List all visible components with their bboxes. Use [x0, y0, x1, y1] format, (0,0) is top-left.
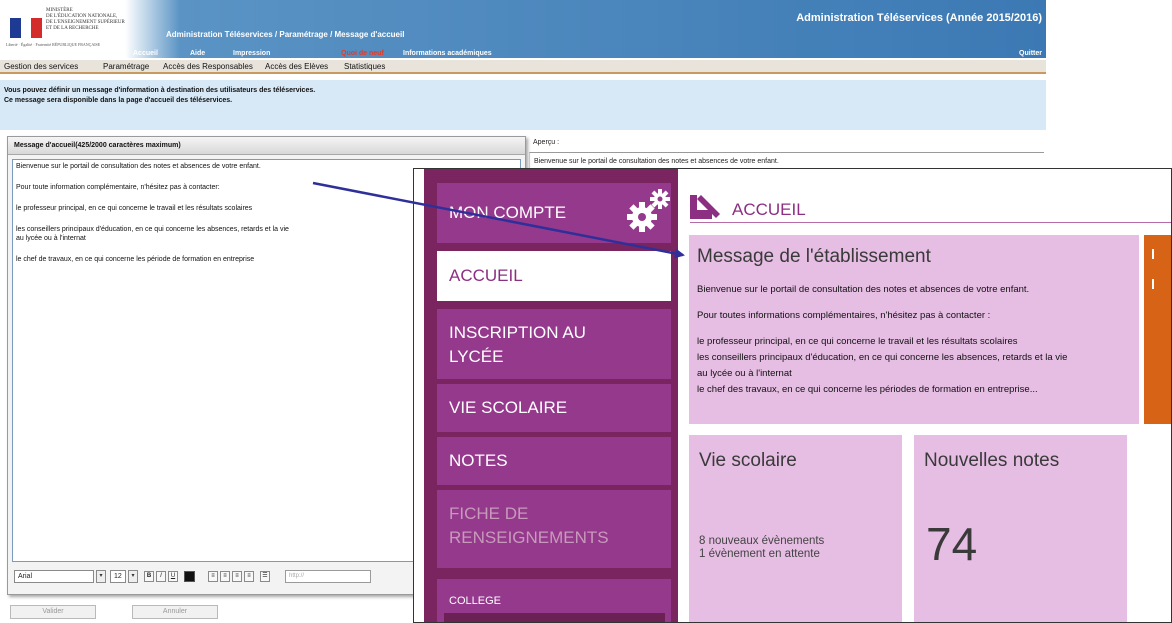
info-message: Vous pouvez définir un message d'informa…: [0, 80, 1046, 130]
french-flag-icon: [10, 18, 42, 38]
message-line: les conseillers principaux d'éducation, …: [697, 352, 1068, 363]
portal-page-title: ACCUEIL: [732, 200, 806, 219]
message-line: le professeur principal, en ce qui conce…: [697, 336, 1018, 347]
message-line: Bienvenue sur le portail de consultation…: [697, 284, 1030, 295]
menu-aide-link[interactable]: Aide: [190, 50, 205, 57]
nouvelles-notes-title: Nouvelles notes: [924, 450, 1060, 471]
main-menubar: Gestion des services Paramétrage Accès d…: [0, 60, 1046, 74]
vie-scolaire-info: 8 nouveaux évènements 1 évènement en att…: [699, 535, 824, 561]
portal-sidebar: MON COMPTE ACCUEIL INSCRIPTION AU LYCÉE …: [424, 169, 678, 622]
gears-icon: [627, 189, 670, 232]
nav-vie-scolaire[interactable]: VIE SCOLAIRE: [437, 384, 671, 432]
pending-events-count: 1 évènement en attente: [699, 548, 820, 560]
bold-icon[interactable]: B: [144, 571, 154, 582]
message-line: le chef des travaux, en ce qui concerne …: [697, 384, 1038, 395]
ministry-logo: MINISTÈRE DE L'ÉDUCATION NATIONALE, DE L…: [6, 8, 126, 52]
college-label: COLLEGE: [449, 595, 501, 607]
quit-link[interactable]: Quitter: [1019, 50, 1042, 57]
menubar-parametrage[interactable]: Paramétrage: [103, 62, 149, 71]
menu-accueil-link[interactable]: Accueil: [133, 50, 158, 57]
portal-screenshot-inset: MON COMPTE ACCUEIL INSCRIPTION AU LYCÉE …: [413, 168, 1172, 623]
menubar-gestion-services[interactable]: Gestion des services: [4, 62, 78, 71]
preview-label: Aperçu :: [533, 139, 560, 146]
cancel-button[interactable]: Annuler: [132, 605, 218, 619]
italic-icon[interactable]: I: [156, 571, 166, 582]
breadcrumb: Administration Téléservices / Paramétrag…: [166, 30, 405, 39]
underline-icon[interactable]: U: [168, 571, 178, 582]
message-card-body: Bienvenue sur le portail de consultation…: [697, 282, 1137, 398]
menu-quoi-de-neuf-link[interactable]: Quoi de neuf: [341, 50, 384, 57]
header-bar: MINISTÈRE DE L'ÉDUCATION NATIONALE, DE L…: [0, 0, 1046, 58]
nouvelles-notes-card[interactable]: Nouvelles notes 74: [914, 435, 1127, 622]
ministry-name: MINISTÈRE DE L'ÉDUCATION NATIONALE, DE L…: [46, 8, 125, 31]
menu-impression-link[interactable]: Impression: [233, 50, 270, 57]
orange-mark-icon: [1152, 279, 1154, 289]
orange-mark-icon: [1152, 249, 1154, 259]
message-line: au lycée ou à l'internat: [697, 368, 792, 379]
validate-button[interactable]: Valider: [10, 605, 96, 619]
menu-informations-link[interactable]: Informations académiques: [403, 50, 492, 57]
list-icon[interactable]: ☰: [260, 571, 270, 582]
accueil-arrow-icon: [690, 195, 720, 219]
message-line: Pour toutes informations complémentaires…: [697, 310, 991, 321]
header-menu: Accueil Aide Impression Quoi de neuf Inf…: [0, 50, 1046, 60]
new-notes-count: 74: [926, 518, 978, 570]
text-color-icon[interactable]: [184, 571, 195, 582]
title-divider: [690, 222, 1171, 223]
vie-scolaire-card[interactable]: Vie scolaire 8 nouveaux évènements 1 évè…: [689, 435, 902, 622]
align-right-icon[interactable]: ≡: [232, 571, 242, 582]
font-size-dropdown-icon[interactable]: ▾: [128, 570, 138, 583]
align-left-icon[interactable]: ≡: [208, 571, 218, 582]
align-justify-icon[interactable]: ≡: [244, 571, 254, 582]
info-line-2: Ce message sera disponible dans la page …: [4, 97, 233, 104]
link-url-input[interactable]: http://: [285, 570, 371, 583]
font-size-select[interactable]: 12: [110, 570, 126, 583]
side-orange-panel[interactable]: [1144, 235, 1171, 424]
republic-motto: Liberté · Égalité · Fraternité RÉPUBLIQU…: [6, 42, 101, 47]
nav-accueil-label: ACCUEIL: [449, 266, 523, 285]
menubar-acces-eleves[interactable]: Accès des Elèves: [265, 62, 328, 71]
menubar-statistiques[interactable]: Statistiques: [344, 62, 385, 71]
page-title: Administration Téléservices (Année 2015/…: [796, 12, 1042, 24]
screenshot-root: MINISTÈRE DE L'ÉDUCATION NATIONALE, DE L…: [0, 0, 1172, 623]
nav-notes[interactable]: NOTES: [437, 437, 671, 485]
college-section[interactable]: COLLEGE: [437, 579, 671, 622]
new-events-count: 8 nouveaux évènements: [699, 535, 825, 547]
editor-title: Message d'accueil(425/2000 caractères ma…: [8, 137, 525, 155]
font-family-dropdown-icon[interactable]: ▾: [96, 570, 106, 583]
vie-scolaire-title: Vie scolaire: [699, 450, 797, 471]
nav-fiche-renseignements[interactable]: FICHE DE RENSEIGNEMENTS: [437, 490, 671, 568]
nav-accueil[interactable]: ACCUEIL: [437, 251, 671, 301]
info-line-1: Vous pouvez définir un message d'informa…: [4, 87, 316, 94]
nav-mon-compte-label: MON COMPTE: [449, 203, 567, 222]
align-center-icon[interactable]: ≡: [220, 571, 230, 582]
message-card: Message de l'établissement Bienvenue sur…: [689, 235, 1139, 424]
menubar-acces-responsables[interactable]: Accès des Responsables: [163, 62, 253, 71]
message-card-title: Message de l'établissement: [697, 246, 931, 267]
font-family-select[interactable]: Arial: [14, 570, 94, 583]
college-subitem[interactable]: [444, 613, 665, 622]
nav-inscription[interactable]: INSCRIPTION AU LYCÉE: [437, 309, 671, 379]
